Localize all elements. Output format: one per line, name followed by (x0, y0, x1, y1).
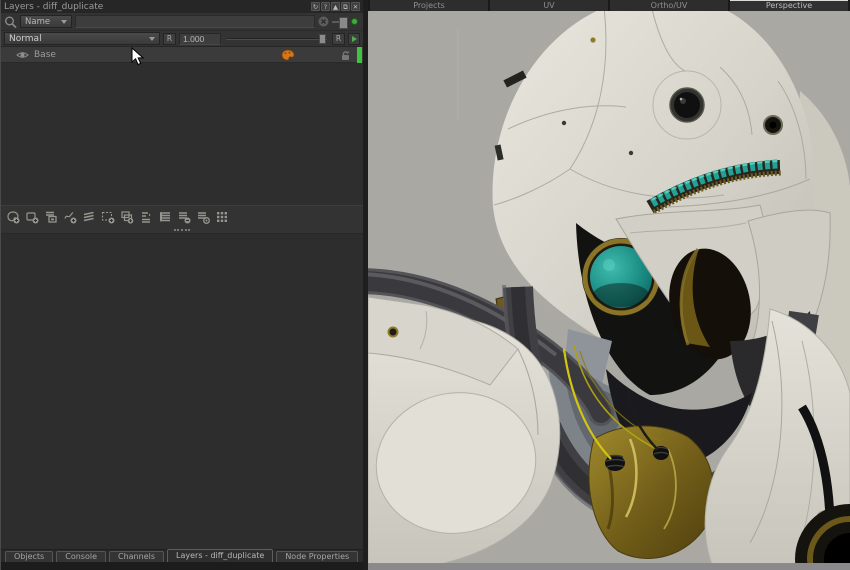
clear-search-icon[interactable] (318, 16, 329, 27)
tab-projects[interactable]: Projects (370, 0, 488, 11)
close-icon[interactable]: ✕ (351, 2, 360, 11)
status-dot (351, 18, 358, 25)
paint-layer-icon (281, 49, 295, 61)
layer-cached-bar (357, 47, 362, 63)
palette-title-bar: Layers - diff_duplicate ↻ ? ▲ ⧉ ✕ (1, 0, 363, 13)
tab-uv[interactable]: UV (490, 0, 608, 11)
canvas-viewport: Projects UV Ortho/UV Perspective (368, 0, 850, 570)
remove-layer-button[interactable] (175, 208, 192, 226)
add-procedural-layer-button[interactable] (61, 208, 78, 226)
layer-grid-options-button[interactable] (213, 208, 230, 226)
search-field-label: Name (25, 17, 50, 27)
tab-layers[interactable]: Layers - diff_duplicate (167, 549, 273, 562)
add-layer-button[interactable] (23, 208, 40, 226)
unlock-icon[interactable] (340, 50, 352, 61)
tab-console[interactable]: Console (56, 551, 106, 562)
visibility-eye-icon[interactable] (16, 50, 29, 60)
palette-title: Layers - diff_duplicate (4, 2, 311, 12)
blend-mode-label: Normal (9, 34, 42, 44)
bottom-tab-bar: Objects Console Channels Layers - diff_d… (1, 549, 363, 562)
tab-perspective[interactable]: Perspective (730, 0, 848, 11)
palette-window-controls: ↻ ? ▲ ⧉ ✕ (311, 2, 360, 11)
duplicate-layer-button[interactable] (118, 208, 135, 226)
bottom-edge-strip (1, 562, 363, 570)
tab-objects[interactable]: Objects (5, 551, 53, 562)
filter-toggle[interactable] (332, 17, 348, 27)
help-icon[interactable]: ? (321, 2, 330, 11)
float-icon[interactable]: ⧉ (341, 2, 350, 11)
viewport-tab-bar: Projects UV Ortho/UV Perspective (368, 0, 850, 11)
slider-track (226, 38, 327, 40)
refresh-icon[interactable]: ↻ (311, 2, 320, 11)
3d-model-view[interactable] (368, 11, 850, 570)
chevron-down-icon (61, 20, 67, 24)
tab-ortho-uv[interactable]: Ortho/UV (610, 0, 728, 11)
layers-panel: Layers - diff_duplicate ↻ ? ▲ ⧉ ✕ Name (0, 0, 363, 570)
layer-list[interactable]: Base (1, 46, 363, 205)
layer-row-base[interactable]: Base (1, 47, 363, 63)
search-icon (4, 15, 17, 28)
cache-indicator-button[interactable] (348, 33, 360, 45)
viewport-bottom-edge (368, 563, 850, 570)
palette-empty-area (1, 233, 363, 549)
drag-grip-handle[interactable] (174, 229, 190, 231)
search-field-dropdown[interactable]: Name (20, 15, 72, 28)
layer-amount-field[interactable] (179, 33, 221, 45)
blend-mode-dropdown[interactable]: Normal (4, 32, 160, 45)
merge-layers-button[interactable] (137, 208, 154, 226)
tab-node-properties[interactable]: Node Properties (276, 551, 358, 562)
flatten-layers-button[interactable] (156, 208, 173, 226)
add-graph-layer-button[interactable] (99, 208, 116, 226)
share-layer-button[interactable] (194, 208, 211, 226)
reset-amount-button[interactable]: R (332, 33, 345, 45)
add-paint-layer-button[interactable] (4, 208, 21, 226)
add-adjustment-layer-button[interactable] (80, 208, 97, 226)
add-group-from-selection-button[interactable] (42, 208, 59, 226)
amount-slider[interactable] (224, 33, 329, 45)
reset-blend-button[interactable]: R (163, 33, 176, 45)
layer-search-input[interactable] (75, 15, 315, 28)
mouse-cursor (131, 47, 145, 66)
layer-search-row: Name (1, 13, 363, 30)
tab-channels[interactable]: Channels (109, 551, 164, 562)
layers-palette: Layers - diff_duplicate ↻ ? ▲ ⧉ ✕ Name (0, 0, 368, 570)
collapse-icon[interactable]: ▲ (331, 2, 340, 11)
mari-app-window: Layers - diff_duplicate ↻ ? ▲ ⧉ ✕ Name (0, 0, 850, 570)
chevron-down-icon (149, 37, 155, 41)
blend-mode-row: Normal R R (1, 30, 363, 46)
layers-toolbar (1, 205, 363, 227)
layer-name: Base (34, 50, 56, 60)
slider-handle[interactable] (319, 34, 326, 44)
green-arrow-icon (352, 36, 357, 42)
